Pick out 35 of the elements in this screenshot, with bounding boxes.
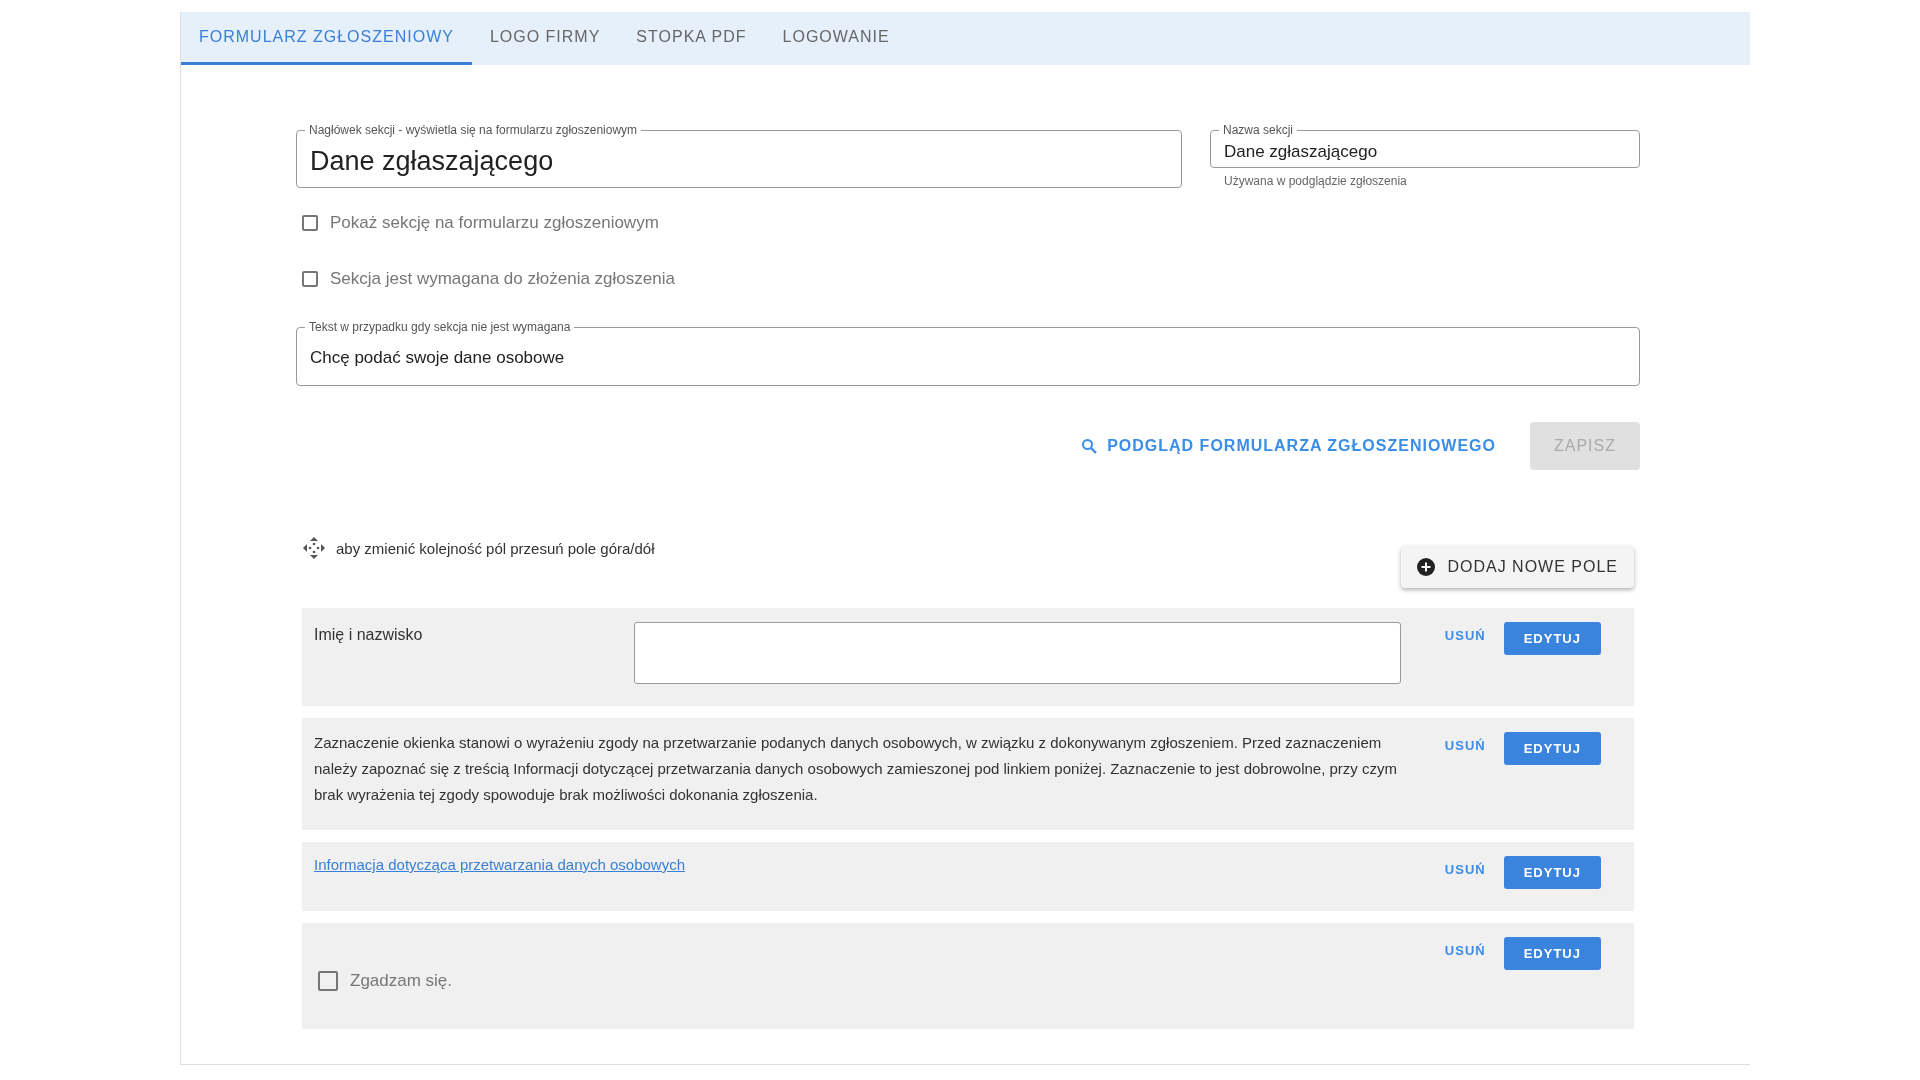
- input-field[interactable]: [634, 622, 1401, 684]
- search-icon: [1081, 438, 1098, 454]
- move-icon: [302, 536, 326, 560]
- tab[interactable]: LOGO FIRMY: [471, 12, 619, 65]
- plus-circle-icon: [1417, 558, 1436, 576]
- delete-button[interactable]: USUŃ: [1440, 622, 1490, 649]
- field-label: Nazwa sekcji: [1222, 123, 1295, 137]
- reorder-hint: aby zmienić kolejność pól przesuń pole góra/dół: [336, 539, 655, 557]
- tab[interactable]: STOPKA PDF: [618, 12, 765, 65]
- edit-button[interactable]: EDYTUJ: [1503, 856, 1601, 889]
- checkbox[interactable]: [302, 215, 318, 231]
- edit-button[interactable]: EDYTUJ: [1503, 937, 1601, 970]
- consent-paragraph: Zaznaczenie okienka stanowi o wyrażeniu zgody na przetwarzanie podanych danych osobowych, w związku z dokonywanym zgłoszeniem. Przed zaznaczeniem należy zapoznać się z treścią Informacji dotyczącej przetwarzania danych osobowych zamieszonej pod linkiem poniżej. Zaznaczenie to jest dobrowolne, przy czym brak wyrażenia tej zgody spowoduje brak możliwości dokonania zgłoszenia.: [314, 733, 1399, 805]
- privacy-link[interactable]: Informacja dotycząca przetwarzania danych osobowych: [314, 856, 686, 889]
- edit-button[interactable]: EDYTUJ: [1503, 622, 1601, 655]
- section-header-field[interactable]: Nagłówek sekcji - wyświetla się na formularzu zgłoszeniowym Dane zgłaszającego: [296, 123, 1182, 188]
- optional-text-field[interactable]: Tekst w przypadku gdy sekcja nie jest wymagana Chcę podać swoje dane osobowe: [296, 320, 1640, 386]
- helper-text: Używana w podglądzie zgłoszenia: [1224, 174, 1408, 188]
- tab[interactable]: FORMULARZ ZGŁOSZENIOWY: [181, 12, 472, 65]
- checkbox[interactable]: [302, 271, 318, 287]
- section-name-field[interactable]: Nazwa sekcji Dane zgłaszającego: [1210, 123, 1640, 168]
- field-label: Imię i nazwisko: [314, 626, 424, 645]
- add-field-button[interactable]: DODAJ NOWE POLE: [1401, 546, 1634, 588]
- edit-button[interactable]: EDYTUJ: [1503, 732, 1601, 765]
- checkbox[interactable]: [318, 971, 338, 991]
- tab[interactable]: LOGOWANIE: [764, 12, 908, 65]
- field-label: Nagłówek sekcji - wyświetla się na formularzu zgłoszeniowym: [308, 123, 639, 137]
- field-label: Tekst w przypadku gdy sekcja nie jest wymagana: [308, 320, 572, 334]
- checkbox-label: Pokaż sekcję na formularzu zgłoszeniowym: [330, 213, 659, 233]
- preview-button[interactable]: PODGLĄD FORMULARZA ZGŁOSZENIOWEGO: [1075, 436, 1502, 456]
- delete-button[interactable]: USUŃ: [1440, 856, 1490, 883]
- checkbox-label: Sekcja jest wymagana do złożenia zgłoszenia: [330, 269, 675, 289]
- checkbox-label: Zgadzam się.: [350, 971, 453, 991]
- delete-button[interactable]: USUŃ: [1440, 732, 1490, 759]
- delete-button[interactable]: USUŃ: [1440, 937, 1490, 964]
